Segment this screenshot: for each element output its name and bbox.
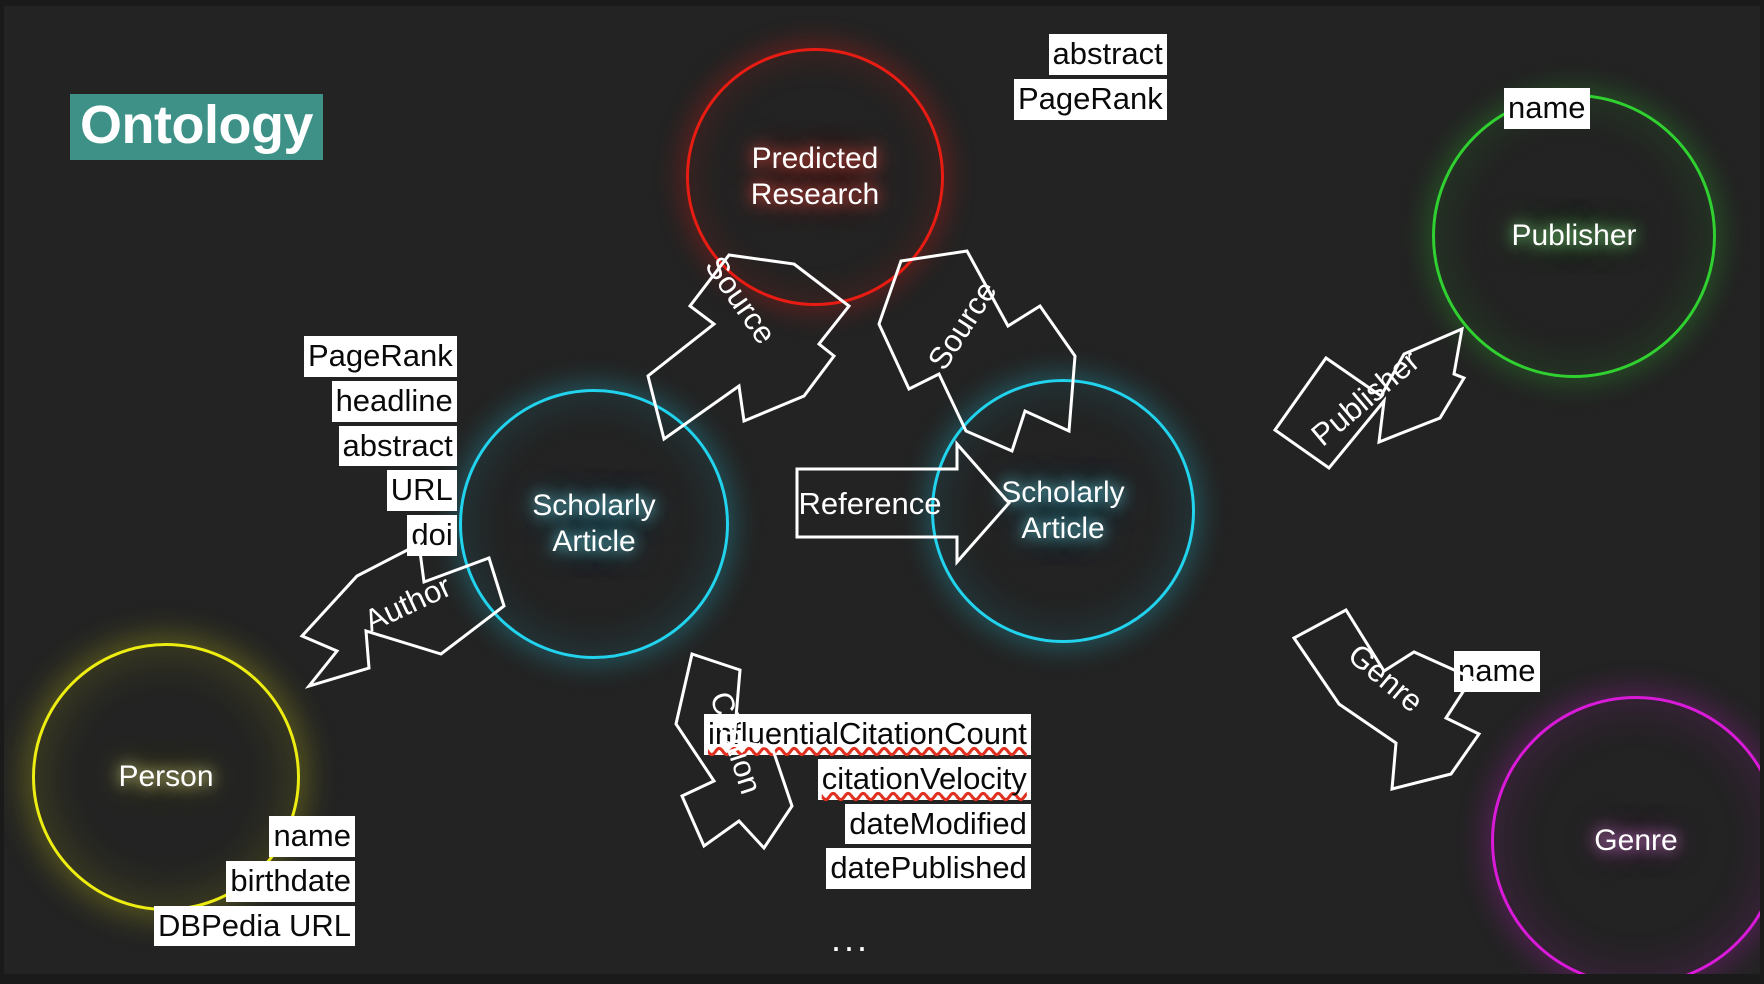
edge-genre[interactable]: Genre [1291, 608, 1482, 791]
node-label: Genre [1594, 824, 1678, 857]
node-label: Person [118, 760, 214, 793]
edge-publisher[interactable]: Publisher [1272, 326, 1467, 471]
property-label: birthdate [226, 860, 355, 902]
ontology-diagram-canvas: Ontology Predicted Research Scholarly Ar… [0, 0, 1764, 984]
property-label: name [269, 816, 355, 857]
property-label: PageRank [304, 336, 457, 377]
properties-publisher: name [1504, 88, 1590, 133]
properties-scholarly-article-right: influentialCitationCount citationVelocit… [704, 714, 1031, 893]
property-label: URL [386, 470, 457, 512]
node-scholarly-article-left[interactable]: Scholarly Article [459, 389, 729, 659]
property-label: name [1504, 88, 1590, 129]
property-label: doi [407, 515, 457, 557]
edge-label: Source [921, 275, 1004, 376]
property-label: name [1454, 651, 1540, 692]
node-label: Scholarly Article [1001, 476, 1125, 545]
property-label: datePublished [826, 848, 1031, 890]
property-label: influentialCitationCount [704, 714, 1031, 755]
node-label: Scholarly Article [532, 489, 656, 558]
property-label: dateModified [845, 803, 1031, 845]
node-label: Publisher [1511, 219, 1637, 252]
properties-person: name birthdate DBPedia URL [154, 816, 355, 950]
node-label: Predicted Research [750, 142, 880, 211]
property-label: DBPedia URL [154, 905, 355, 947]
edge-label: Publisher [1304, 343, 1426, 453]
page-title: Ontology [70, 94, 323, 160]
property-label: citationVelocity [817, 758, 1031, 800]
node-genre[interactable]: Genre [1491, 696, 1760, 974]
property-label: headline [331, 380, 457, 422]
node-predicted-research[interactable]: Predicted Research [686, 48, 944, 306]
node-publisher[interactable]: Publisher [1432, 94, 1716, 378]
properties-predicted-research: abstract PageRank [1014, 34, 1167, 124]
property-label: abstract [338, 425, 457, 467]
properties-genre: name [1454, 651, 1540, 696]
node-scholarly-article-right[interactable]: Scholarly Article [931, 379, 1195, 643]
edge-label: Author [359, 568, 457, 638]
property-label: PageRank [1014, 78, 1167, 120]
edge-label: Genre [1341, 637, 1430, 719]
properties-scholarly-article-left: PageRank headline abstract URL doi [304, 336, 457, 560]
property-label: abstract [1048, 34, 1167, 75]
ellipsis-placeholder: ... [831, 918, 871, 959]
edge-label: Reference [798, 486, 941, 521]
